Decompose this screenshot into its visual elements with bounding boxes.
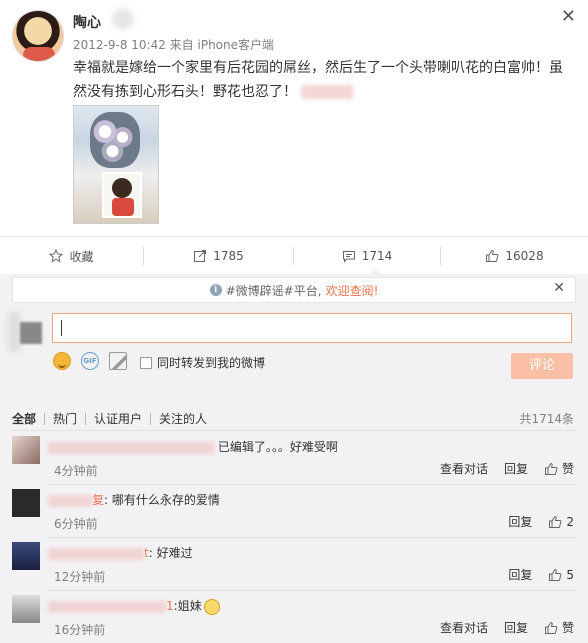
comment-actions: 回复 5 (508, 566, 574, 583)
post-meta: 2012-9-8 10:42 来自 iPhone客户端 (73, 38, 275, 52)
comment-time: 4分钟前 (54, 464, 98, 478)
author-name[interactable]: 陶心 (73, 12, 101, 32)
gif-icon[interactable]: GIF (81, 352, 99, 370)
like-label: 赞 (561, 462, 574, 476)
comment-time: 6分钟前 (54, 517, 98, 531)
commenter-avatar[interactable] (12, 489, 40, 517)
comment-time: 12分钟前 (54, 570, 106, 584)
comment-item: 已编辑了。。。好难受啊 4分钟前 查看对话 回复 赞 (0, 432, 588, 485)
comment-text: 已编辑了。。。好难受啊 (48, 438, 338, 455)
redaction-blur (8, 312, 20, 352)
comment-text: t: 好难过 (48, 544, 193, 561)
reply-link[interactable]: 回复 (504, 460, 528, 477)
my-avatar (20, 322, 42, 344)
rumor-notice: i #微博辟谣#平台, 欢迎查阅! ✕ (12, 277, 576, 303)
username-fragment[interactable]: t (144, 546, 149, 560)
divider (12, 430, 576, 431)
like-count: 5 (566, 567, 574, 582)
comments-panel: i #微博辟谣#平台, 欢迎查阅! ✕ GIF 同时转发到我的微博 评论 全部 … (0, 274, 588, 643)
filter-hot[interactable]: 热门 (45, 410, 85, 427)
comment-like-button[interactable]: 赞 (544, 460, 574, 477)
redacted-username (48, 547, 144, 560)
comment-body: 已编辑了。。。好难受啊 (217, 440, 338, 454)
redacted-username (48, 494, 92, 507)
comment-text: 1:姐妹 (48, 597, 220, 615)
comment-input[interactable] (52, 313, 572, 343)
commenter-avatar[interactable] (12, 436, 40, 464)
commenter-avatar[interactable] (12, 595, 40, 623)
username-fragment[interactable]: 1 (166, 599, 174, 613)
flowers-image (90, 112, 140, 168)
info-icon: i (209, 284, 222, 296)
star-icon (49, 249, 64, 263)
comment-item: 复: 哪有什么永存的爱情 6分钟前 回复 2 (0, 485, 588, 538)
thumbs-up-icon (549, 568, 562, 581)
repost-option[interactable]: 同时转发到我的微博 (140, 354, 265, 371)
cat-emoji-icon (203, 598, 220, 615)
repost-icon (194, 250, 207, 262)
comment-count: 1714 (361, 249, 393, 263)
redacted-username (48, 441, 214, 454)
post-content: 幸福就是嫁给一个家里有后花园的屌丝，然后生了一个头带喇叭花的白富帅！虽然没有拣到… (73, 56, 575, 104)
comment-tools: GIF (53, 352, 127, 370)
weibo-post: 陶心 ✕ 2012-9-8 10:42 来自 iPhone客户端 幸福就是嫁给一… (0, 0, 588, 236)
commenter-avatar[interactable] (12, 542, 40, 570)
text-cursor (61, 320, 62, 336)
comment-actions: 查看对话 回复 赞 (440, 460, 574, 477)
reply-link[interactable]: 回复 (504, 619, 528, 636)
comment-like-button[interactable]: 2 (548, 515, 574, 529)
repost-option-label: 同时转发到我的微博 (157, 356, 266, 370)
comment-time: 16分钟前 (54, 623, 106, 637)
child-photo-inset (102, 172, 142, 218)
comment-text: 复: 哪有什么永存的爱情 (48, 491, 220, 508)
image-upload-icon[interactable] (109, 352, 127, 370)
view-thread-link[interactable]: 查看对话 (440, 460, 488, 477)
favorite-label: 收藏 (69, 249, 94, 264)
comment-body: 哪有什么永存的爱情 (111, 493, 220, 507)
like-button[interactable]: 16028 (441, 237, 588, 275)
like-label: 赞 (561, 621, 574, 635)
comment-icon (342, 251, 355, 263)
comment-actions: 查看对话 回复 赞 (440, 619, 574, 636)
redacted-mention (301, 85, 353, 99)
repost-checkbox[interactable] (140, 356, 152, 369)
filter-verified[interactable]: 认证用户 (86, 410, 150, 427)
close-icon[interactable]: ✕ (561, 6, 576, 27)
emoji-icon[interactable] (53, 352, 71, 370)
comment-button[interactable]: 1714 (294, 237, 440, 275)
thumbs-up-icon (549, 515, 562, 528)
comment-total: 共1714条 (519, 412, 574, 426)
comment-item: 1:姐妹 16分钟前 查看对话 回复 赞 (0, 591, 588, 643)
post-action-bar: 收藏 1785 1714 16028 (0, 236, 588, 275)
like-count: 2 (566, 514, 574, 529)
view-thread-link[interactable]: 查看对话 (440, 619, 488, 636)
redacted-username (48, 600, 166, 613)
repost-count: 1785 (213, 249, 244, 263)
comment-like-button[interactable]: 赞 (544, 619, 574, 636)
comment-item: t: 好难过 12分钟前 回复 5 (0, 538, 588, 591)
reply-link[interactable]: 回复 (508, 513, 532, 530)
post-photo[interactable] (73, 105, 159, 224)
comment-body: 姐妹 (177, 599, 202, 613)
thumbs-up-icon (544, 621, 558, 634)
reply-link[interactable]: 回复 (508, 566, 532, 583)
thumbs-up-icon (544, 462, 558, 475)
comment-filters: 全部 热门 认证用户 关注的人 (12, 410, 215, 427)
filter-following[interactable]: 关注的人 (151, 410, 215, 427)
filter-all[interactable]: 全部 (12, 410, 44, 427)
notice-close-icon[interactable]: ✕ (553, 280, 565, 296)
comment-like-button[interactable]: 5 (548, 568, 574, 582)
comment-actions: 回复 2 (508, 513, 574, 530)
author-avatar[interactable] (12, 10, 64, 62)
notice-text[interactable]: #微博辟谣#平台, (226, 282, 322, 299)
username-fragment[interactable]: 复 (92, 493, 104, 507)
author-name-redaction (112, 8, 134, 30)
like-count: 16028 (505, 249, 544, 263)
thumbs-up-icon (486, 249, 499, 262)
submit-comment-button[interactable]: 评论 (511, 353, 573, 379)
repost-button[interactable]: 1785 (144, 237, 293, 275)
notice-welcome-link[interactable]: 欢迎查阅! (326, 282, 379, 299)
favorite-button[interactable]: 收藏 (0, 237, 143, 275)
comment-body: 好难过 (156, 546, 193, 560)
